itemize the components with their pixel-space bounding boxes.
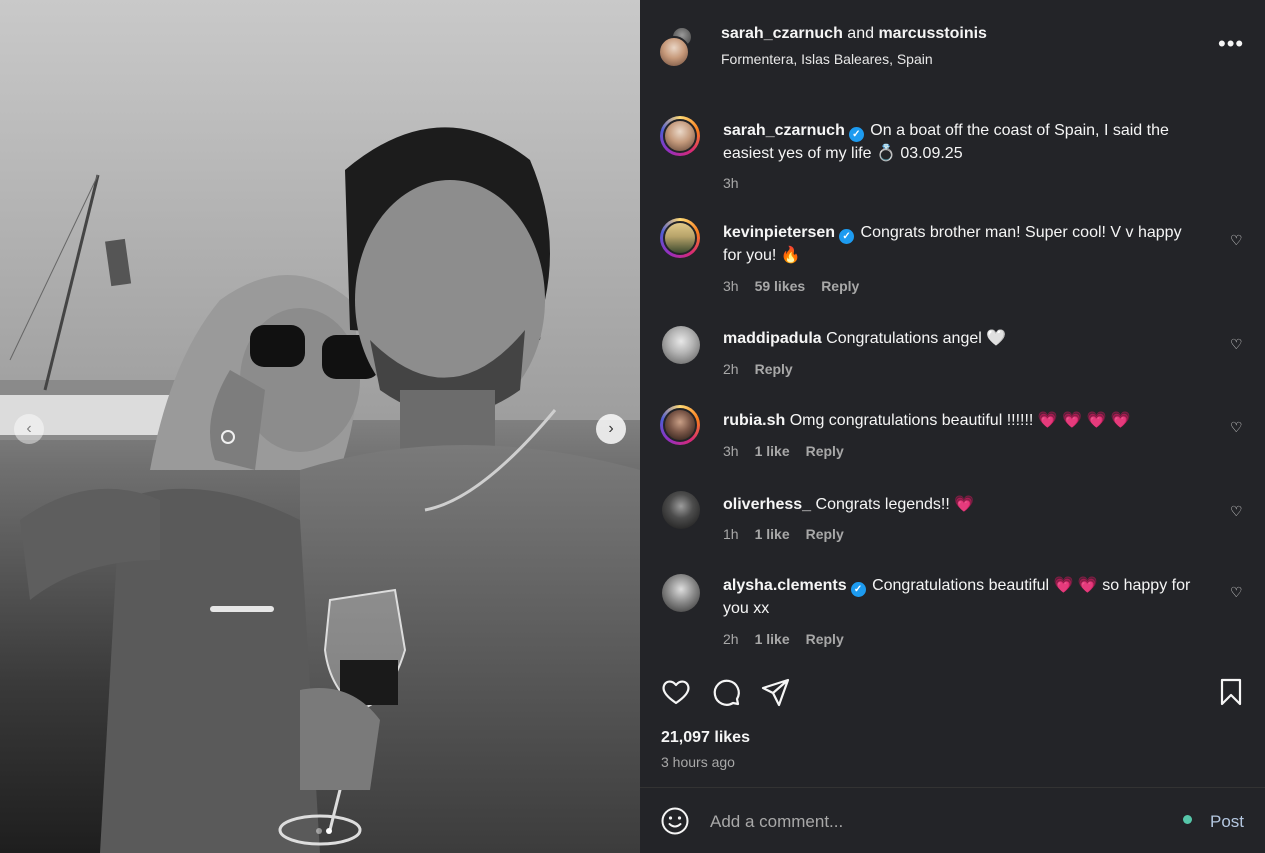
chevron-left-icon[interactable]: ‹ — [14, 414, 44, 444]
share-icon[interactable] — [760, 676, 792, 708]
reply-button[interactable]: Reply — [821, 278, 859, 294]
comment-time: 1h — [723, 526, 739, 542]
comment-input[interactable] — [710, 808, 1170, 836]
avatar[interactable] — [662, 574, 700, 612]
post-button[interactable]: Post — [1210, 812, 1244, 832]
author-username-1[interactable]: sarah_czarnuch — [721, 25, 843, 42]
comment-icon[interactable] — [710, 676, 742, 708]
carousel-dot — [316, 828, 322, 834]
status-dot — [1183, 815, 1192, 824]
chevron-right-icon[interactable]: › — [596, 414, 626, 444]
post-header: sarah_czarnuch and marcusstoinis Forment… — [640, 0, 1265, 88]
avatar[interactable] — [660, 218, 700, 258]
comment-time: 2h — [723, 631, 739, 647]
verified-badge-icon: ✓ — [850, 582, 866, 597]
caption-text: sarah_czarnuch ✓ On a boat off the coast … — [723, 119, 1203, 165]
comment-bar: Post — [640, 800, 1265, 844]
comment-likes[interactable]: 1 like — [755, 631, 790, 647]
comment-meta: 3h 59 likes Reply — [723, 278, 859, 294]
avatar[interactable] — [660, 116, 700, 156]
verified-badge-icon: ✓ — [848, 127, 864, 142]
post-location[interactable]: Formentera, Islas Baleares, Spain — [721, 51, 933, 67]
comment-like-heart-icon[interactable]: ♡ — [1230, 419, 1243, 436]
photo-scene — [0, 0, 640, 853]
author-username-2[interactable]: marcusstoinis — [878, 25, 986, 42]
comment-meta: 3h — [723, 175, 739, 191]
header-avatars[interactable] — [658, 26, 698, 68]
comment-username[interactable]: maddipadula — [723, 330, 822, 347]
comment-username[interactable]: rubia.sh — [723, 412, 785, 429]
reply-button[interactable]: Reply — [806, 526, 844, 542]
avatar[interactable] — [662, 326, 700, 364]
comment-time: 3h — [723, 443, 739, 459]
reply-button[interactable]: Reply — [755, 361, 793, 377]
verified-badge-icon: ✓ — [839, 229, 855, 244]
comment-text: alysha.clements ✓ Congratulations beautif… — [723, 574, 1203, 620]
comment-username[interactable]: oliverhess_ — [723, 496, 811, 513]
like-count[interactable]: 21,097 likes — [661, 729, 750, 747]
comment-text: oliverhess_ Congrats legends!! 💗 — [723, 493, 1203, 516]
carousel-dots — [316, 828, 332, 834]
comment-time: 3h — [723, 175, 739, 191]
more-options-icon[interactable]: ••• — [1218, 33, 1244, 55]
comment-likes[interactable]: 1 like — [755, 443, 790, 459]
comment-likes[interactable]: 59 likes — [755, 278, 806, 294]
comment-meta: 3h 1 like Reply — [723, 443, 844, 459]
comment-body: Congratulations angel 🤍 — [826, 330, 1007, 347]
comment-time: 3h — [723, 278, 739, 294]
emoji-icon[interactable] — [660, 806, 690, 836]
comment-text: rubia.sh Omg congratulations beautiful !… — [723, 409, 1203, 432]
carousel-dot-active — [326, 828, 332, 834]
author-and-text: and — [847, 25, 874, 42]
comment-time: 2h — [723, 361, 739, 377]
comment-like-heart-icon[interactable]: ♡ — [1230, 336, 1243, 353]
reply-button[interactable]: Reply — [806, 631, 844, 647]
comment-text: maddipadula Congratulations angel 🤍 — [723, 327, 1203, 350]
bookmark-icon[interactable] — [1215, 676, 1247, 708]
divider — [640, 787, 1265, 788]
comment-username[interactable]: sarah_czarnuch — [723, 122, 845, 139]
comment-like-heart-icon[interactable]: ♡ — [1230, 232, 1243, 249]
comment-like-heart-icon[interactable]: ♡ — [1230, 503, 1243, 520]
comment-meta: 1h 1 like Reply — [723, 526, 844, 542]
reply-button[interactable]: Reply — [806, 443, 844, 459]
post-photo[interactable]: ‹ › — [0, 0, 640, 853]
comment-text: kevinpietersen ✓ Congrats brother man! Su… — [723, 221, 1203, 267]
post-time[interactable]: 3 hours ago — [661, 754, 735, 770]
comment-username[interactable]: alysha.clements — [723, 577, 847, 594]
comment-meta: 2h 1 like Reply — [723, 631, 844, 647]
comment-likes[interactable]: 1 like — [755, 526, 790, 542]
post-side-panel: sarah_czarnuch and marcusstoinis Forment… — [640, 0, 1265, 853]
comment-body: Omg congratulations beautiful !!!!!! 💗 💗… — [789, 412, 1131, 429]
action-bar — [640, 676, 1265, 712]
avatar[interactable] — [662, 491, 700, 529]
avatar[interactable] — [658, 36, 690, 68]
comment-meta: 2h Reply — [723, 361, 793, 377]
comment-body: Congrats legends!! 💗 — [815, 496, 975, 513]
avatar[interactable] — [660, 405, 700, 445]
post-authors: sarah_czarnuch and marcusstoinis — [721, 25, 987, 43]
heart-icon[interactable] — [660, 676, 692, 708]
comment-username[interactable]: kevinpietersen — [723, 224, 835, 241]
comment-like-heart-icon[interactable]: ♡ — [1230, 584, 1243, 601]
